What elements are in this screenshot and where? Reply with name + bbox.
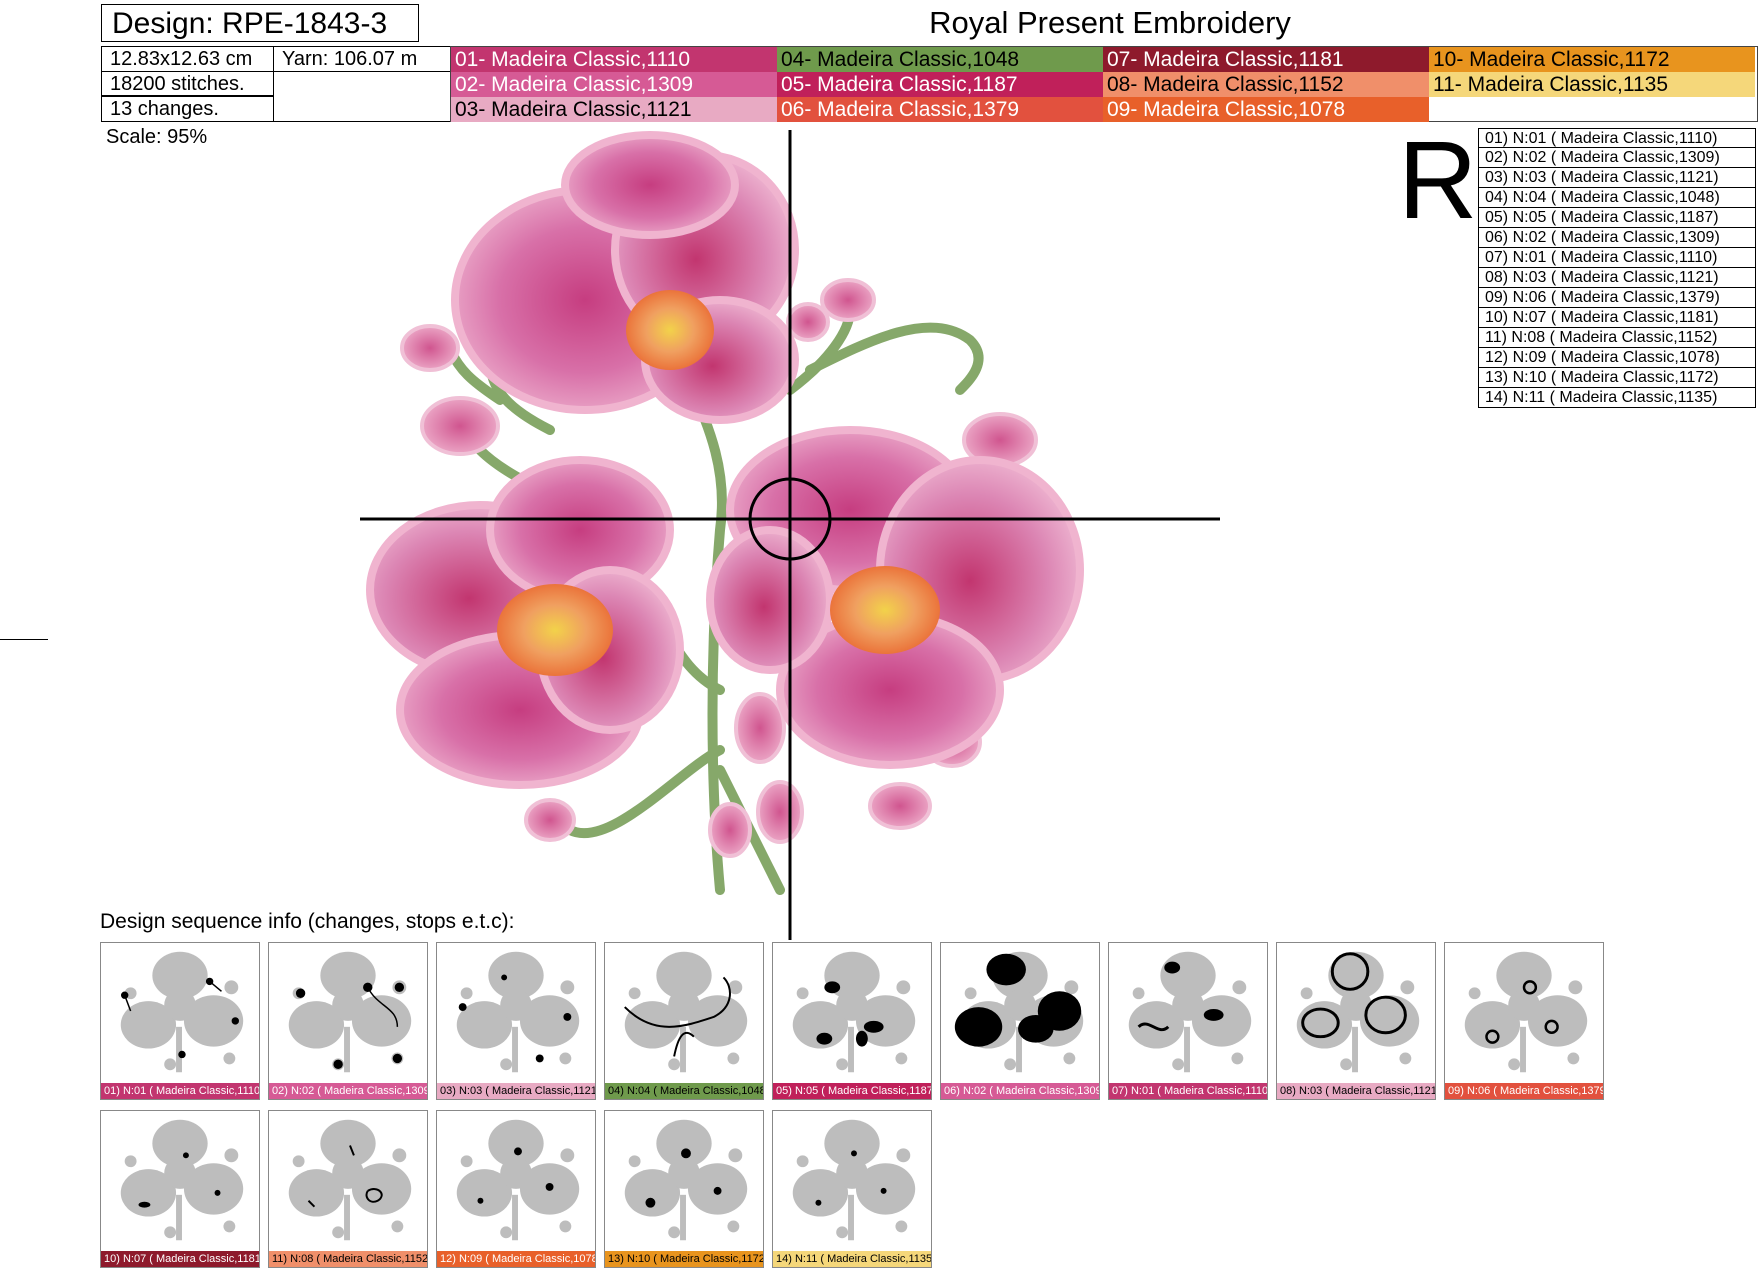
sequence-item: 13) N:10 ( Madeira Classic,1172) — [1478, 368, 1756, 388]
thumbnail-caption: 08) N:03 ( Madeira Classic,1121) — [1277, 1083, 1435, 1099]
color-swatch: 01- Madeira Classic,1110 — [451, 47, 777, 72]
r-mark: R — [1398, 119, 1478, 242]
sequence-thumbnail: 04) N:04 ( Madeira Classic,1048) — [604, 942, 764, 1100]
thumbnail-caption: 14) N:11 ( Madeira Classic,1135) — [773, 1251, 931, 1267]
sequence-item: 08) N:03 ( Madeira Classic,1121) — [1478, 268, 1756, 288]
sequence-thumbnail: 11) N:08 ( Madeira Classic,1152) — [268, 1110, 428, 1268]
sequence-item: 04) N:04 ( Madeira Classic,1048) — [1478, 188, 1756, 208]
thumbnail-caption: 04) N:04 ( Madeira Classic,1048) — [605, 1083, 763, 1099]
change-count: 13 changes. — [101, 96, 274, 122]
color-swatch: 02- Madeira Classic,1309 — [451, 72, 777, 97]
design-size: 12.83x12.63 cm — [101, 46, 274, 72]
thumbnail-preview — [624, 951, 748, 1073]
thumbnail-caption: 07) N:01 ( Madeira Classic,1110) — [1109, 1083, 1267, 1099]
stitch-count: 18200 stitches. — [101, 71, 274, 96]
thumbnail-preview — [1464, 951, 1588, 1073]
thumbnail-preview — [792, 951, 916, 1073]
thumbnail-preview — [456, 1119, 580, 1241]
sequence-item: 11) N:08 ( Madeira Classic,1152) — [1478, 328, 1756, 348]
thumbnail-preview — [1296, 951, 1420, 1073]
sequence-thumbnail: 10) N:07 ( Madeira Classic,1181) — [100, 1110, 260, 1268]
thumbnail-caption: 06) N:02 ( Madeira Classic,1309) — [941, 1083, 1099, 1099]
sequence-thumbnail: 03) N:03 ( Madeira Classic,1121) — [436, 942, 596, 1100]
design-title: Design: RPE-1843-3 — [101, 4, 419, 42]
thumbnail-caption: 09) N:06 ( Madeira Classic,1379) — [1445, 1083, 1603, 1099]
left-marker-line — [0, 639, 48, 640]
color-swatch: 10- Madeira Classic,1172 — [1429, 47, 1755, 72]
sequence-thumbnail: 05) N:05 ( Madeira Classic,1187) — [772, 942, 932, 1100]
sequence-info-label: Design sequence info (changes, stops e.t… — [100, 910, 515, 933]
thumbnail-preview — [624, 1119, 748, 1241]
color-swatch: 03- Madeira Classic,1121 — [451, 97, 777, 122]
sequence-item: 02) N:02 ( Madeira Classic,1309) — [1478, 148, 1756, 168]
thumbnail-preview — [120, 951, 244, 1073]
thumbnail-caption: 13) N:10 ( Madeira Classic,1172) — [605, 1251, 763, 1267]
thumbnail-caption: 03) N:03 ( Madeira Classic,1121) — [437, 1083, 595, 1099]
thumbnail-preview — [1128, 951, 1252, 1073]
thumbnail-caption: 01) N:01 ( Madeira Classic,1110) — [101, 1083, 259, 1099]
color-legend: 01- Madeira Classic,1110 02- Madeira Clas… — [450, 46, 1758, 122]
sequence-thumbnail: 14) N:11 ( Madeira Classic,1135) — [772, 1110, 932, 1268]
sequence-item: 10) N:07 ( Madeira Classic,1181) — [1478, 308, 1756, 328]
sequence-thumbnail: 09) N:06 ( Madeira Classic,1379) — [1444, 942, 1604, 1100]
sequence-item: 07) N:01 ( Madeira Classic,1110) — [1478, 248, 1756, 268]
sequence-thumbnail: 06) N:02 ( Madeira Classic,1309) — [940, 942, 1100, 1100]
thumbnail-preview — [120, 1119, 244, 1241]
color-swatch: 05- Madeira Classic,1187 — [777, 72, 1103, 97]
color-swatch: 11- Madeira Classic,1135 — [1429, 72, 1755, 97]
thumbnail-preview — [792, 1119, 916, 1241]
orchid-left — [366, 456, 684, 789]
thumbnail-preview — [288, 1119, 412, 1241]
color-swatch: 06- Madeira Classic,1379 — [777, 97, 1103, 122]
sequence-item: 06) N:02 ( Madeira Classic,1309) — [1478, 228, 1756, 248]
thumbnail-caption: 10) N:07 ( Madeira Classic,1181) — [101, 1251, 259, 1267]
sequence-thumbnail: 08) N:03 ( Madeira Classic,1121) — [1276, 942, 1436, 1100]
embroidery-design — [360, 130, 1220, 940]
thumbnail-caption: 05) N:05 ( Madeira Classic,1187) — [773, 1083, 931, 1099]
thumbnail-preview — [456, 951, 580, 1073]
color-swatch: 07- Madeira Classic,1181 — [1103, 47, 1429, 72]
sequence-item: 14) N:11 ( Madeira Classic,1135) — [1478, 388, 1756, 408]
orchid-top — [451, 131, 799, 424]
sequence-item: 03) N:03 ( Madeira Classic,1121) — [1478, 168, 1756, 188]
thumbnail-caption: 02) N:02 ( Madeira Classic,1309) — [269, 1083, 427, 1099]
sequence-item: 01) N:01 ( Madeira Classic,1110) — [1478, 128, 1756, 148]
thumbnail-preview — [954, 951, 1084, 1073]
sequence-item: 12) N:09 ( Madeira Classic,1078) — [1478, 348, 1756, 368]
thumbnail-caption: 11) N:08 ( Madeira Classic,1152) — [269, 1251, 427, 1267]
sequence-thumbnail: 07) N:01 ( Madeira Classic,1110) — [1108, 942, 1268, 1100]
sequence-thumbnail: 12) N:09 ( Madeira Classic,1078) — [436, 1110, 596, 1268]
sequence-list: 01) N:01 ( Madeira Classic,1110) 02) N:02… — [1478, 128, 1756, 408]
color-swatch: 09- Madeira Classic,1078 — [1103, 97, 1429, 122]
color-swatch: 08- Madeira Classic,1152 — [1103, 72, 1429, 97]
sequence-item: 09) N:06 ( Madeira Classic,1379) — [1478, 288, 1756, 308]
sequence-thumbnail: 02) N:02 ( Madeira Classic,1309) — [268, 942, 428, 1100]
thumbnail-caption: 12) N:09 ( Madeira Classic,1078) — [437, 1251, 595, 1267]
thumbnail-preview — [288, 951, 412, 1073]
yarn-length: Yarn: 106.07 m — [273, 46, 451, 72]
brand-title: Royal Present Embroidery — [929, 5, 1291, 40]
sequence-thumbnail: 13) N:10 ( Madeira Classic,1172) — [604, 1110, 764, 1268]
color-swatch: 04- Madeira Classic,1048 — [777, 47, 1103, 72]
info-empty-cell — [273, 71, 451, 122]
sequence-thumbnail: 01) N:01 ( Madeira Classic,1110) — [100, 942, 260, 1100]
scale-label: Scale: 95% — [106, 126, 208, 148]
sequence-item: 05) N:05 ( Madeira Classic,1187) — [1478, 208, 1756, 228]
